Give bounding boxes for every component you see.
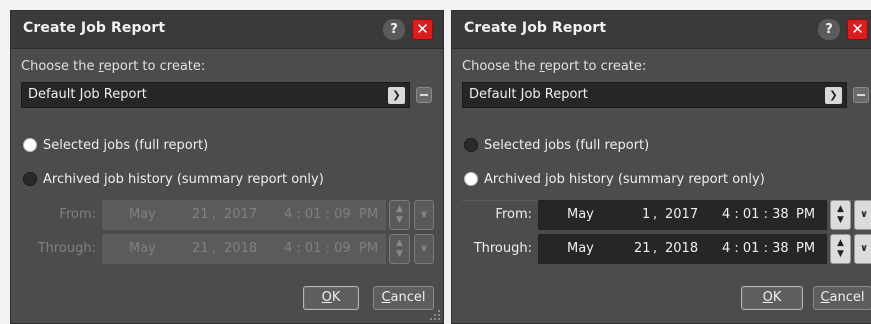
from-label: From: [495,207,532,222]
dialog-title: Create Job Report [464,20,607,36]
through-spin-button[interactable]: ▲ ▼ [389,234,410,264]
from-datetime-field[interactable]: May 1 , 2017 4 : 01 : 38 PM [538,200,827,230]
through-month[interactable]: May [129,241,156,256]
close-button[interactable]: ✕ [412,19,433,40]
chevron-down-icon: ∨ [859,243,869,254]
from-calendar-dropdown[interactable]: ∨ [854,200,871,230]
radio-archived-history-indicator[interactable] [23,172,37,186]
from-datetime-field[interactable]: May 21 , 2017 4 : 01 : 09 PM [102,200,386,230]
from-label: From: [59,207,96,222]
spin-down-icon: ▼ [396,215,403,225]
through-ampm[interactable]: PM [796,241,815,256]
from-day[interactable]: 21 [192,207,209,222]
from-spin-button[interactable]: ▲ ▼ [830,200,851,230]
through-calendar-dropdown[interactable]: ∨ [414,234,434,264]
through-day[interactable]: 21 [634,241,651,256]
report-select[interactable]: Default Job Report ❯ [21,82,410,108]
chevron-down-icon[interactable]: ❯ [388,87,405,104]
create-job-report-dialog-left: Create Job Report ? ✕ Choose the report … [10,10,444,324]
close-button[interactable]: ✕ [847,19,868,40]
dialog-titlebar[interactable]: Create Job Report ? ✕ [11,11,443,49]
from-time[interactable]: 4 : 01 : 38 [722,207,789,222]
create-job-report-dialog-right: Create Job Report ? ✕ Choose the report … [451,10,871,324]
from-year[interactable]: 2017 [665,207,698,222]
from-year[interactable]: 2017 [224,207,257,222]
close-icon: ✕ [851,20,864,38]
from-spin-button[interactable]: ▲ ▼ [389,200,410,230]
chevron-down-icon: ∨ [859,209,869,220]
radio-archived-history-label: Archived job history (summary report onl… [484,171,765,187]
radio-selected-jobs-label: Selected jobs (full report) [43,137,209,153]
remove-report-button[interactable] [416,87,432,103]
spin-up-icon: ▲ [837,238,844,248]
from-time[interactable]: 4 : 01 : 09 [284,207,351,222]
radio-selected-jobs-label: Selected jobs (full report) [484,137,650,153]
help-button[interactable]: ? [818,19,840,40]
ok-button[interactable]: OK [303,286,359,310]
through-ampm[interactable]: PM [359,241,378,256]
through-month[interactable]: May [567,241,594,256]
through-day[interactable]: 21 [192,241,209,256]
spin-down-icon: ▼ [837,215,844,225]
spin-up-icon: ▲ [837,204,844,214]
report-select-value: Default Job Report [28,87,147,102]
cancel-button[interactable]: Cancel [813,286,871,310]
through-spin-button[interactable]: ▲ ▼ [830,234,851,264]
from-month[interactable]: May [567,207,594,222]
through-calendar-dropdown[interactable]: ∨ [854,234,871,264]
chevron-down-icon: ∨ [419,243,429,254]
chevron-down-icon[interactable]: ❯ [825,87,842,104]
choose-report-label: Choose the report to create: [462,59,647,74]
from-comma: , [212,207,217,222]
report-select[interactable]: Default Job Report ❯ [462,82,847,108]
from-ampm[interactable]: PM [359,207,378,222]
through-datetime-field[interactable]: May 21 , 2018 4 : 01 : 09 PM [102,234,386,264]
close-icon: ✕ [416,20,429,38]
spin-down-icon: ▼ [837,249,844,259]
from-comma: , [653,207,658,222]
through-time[interactable]: 4 : 01 : 09 [284,241,351,256]
through-year[interactable]: 2018 [224,241,257,256]
radio-selected-jobs[interactable]: Selected jobs (full report) [464,135,649,155]
from-calendar-dropdown[interactable]: ∨ [414,200,434,230]
through-label: Through: [473,241,532,256]
help-icon: ? [825,22,833,37]
through-label: Through: [37,241,96,256]
spin-up-icon: ▲ [396,204,403,214]
spin-up-icon: ▲ [396,238,403,248]
through-datetime-field[interactable]: May 21 , 2018 4 : 01 : 38 PM [538,234,827,264]
radio-selected-jobs[interactable]: Selected jobs (full report) [23,135,208,155]
radio-selected-jobs-indicator[interactable] [464,138,478,152]
radio-selected-jobs-indicator[interactable] [23,138,37,152]
from-ampm[interactable]: PM [796,207,815,222]
radio-archived-history[interactable]: Archived job history (summary report onl… [23,169,324,189]
radio-archived-history-indicator[interactable] [464,172,478,186]
through-comma: , [653,241,658,256]
ok-button[interactable]: OK [741,286,803,310]
choose-report-label: Choose the report to create: [21,59,206,74]
chevron-down-icon: ∨ [419,209,429,220]
through-comma: , [212,241,217,256]
dialog-titlebar[interactable]: Create Job Report ? ✕ [452,11,871,49]
remove-report-button[interactable] [853,87,869,103]
report-select-value: Default Job Report [469,87,588,102]
resize-grip-icon[interactable] [430,310,440,320]
radio-archived-history-label: Archived job history (summary report onl… [43,171,324,187]
from-day[interactable]: 1 [642,207,650,222]
through-time[interactable]: 4 : 01 : 38 [722,241,789,256]
spin-down-icon: ▼ [396,249,403,259]
radio-archived-history[interactable]: Archived job history (summary report onl… [464,169,765,189]
help-button[interactable]: ? [383,19,405,40]
from-month[interactable]: May [129,207,156,222]
help-icon: ? [390,22,398,37]
cancel-button[interactable]: Cancel [373,286,434,310]
dialog-title: Create Job Report [23,20,166,36]
through-year[interactable]: 2018 [665,241,698,256]
